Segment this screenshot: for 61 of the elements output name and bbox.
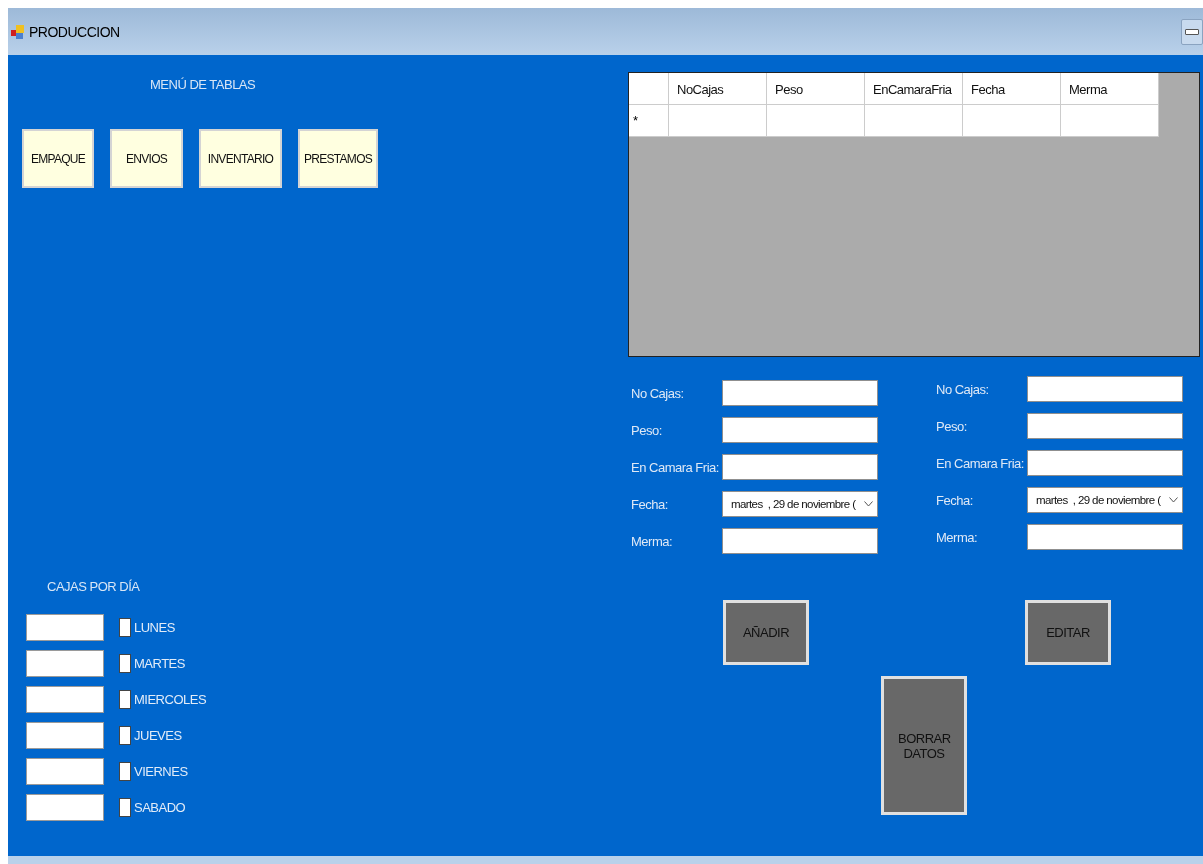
checkbox[interactable] [119,618,131,637]
table-cell[interactable] [1061,105,1159,137]
field-label: En Camara Fria: [936,455,1025,471]
checkbox-label: SABADO [134,800,186,815]
input-field[interactable] [26,794,104,821]
chevron-down-icon [1169,497,1178,503]
input-field[interactable] [26,650,104,677]
checkbox-label: VIERNES [134,764,188,779]
input-field[interactable] [722,417,878,443]
checkbox[interactable] [119,690,131,709]
section-title: CAJAS POR DÍA [47,579,141,594]
checkbox[interactable] [119,798,131,817]
checkbox-label: JUEVES [134,728,182,743]
checkbox-label: MARTES [134,656,185,671]
input-field[interactable] [1027,413,1183,439]
field-label: No Cajas: [631,385,685,401]
minimize-button[interactable] [1181,18,1203,45]
app-icon [11,23,25,40]
checkbox-label: MIERCOLES [134,692,207,707]
checkbox[interactable] [119,762,131,781]
field-label: Peso: [936,418,968,434]
table-button[interactable]: ENVIOS [110,129,183,188]
header-corner [629,73,669,105]
table-button[interactable]: INVENTARIO [199,129,282,188]
field-label: Merma: [631,533,674,549]
field-label: Merma: [936,529,979,545]
checkbox-label: LUNES [134,620,175,635]
menu-title: MENÚ DE TABLAS [150,77,257,92]
chevron-down-icon [864,501,873,507]
input-field[interactable] [722,380,878,406]
field-label: Peso: [631,422,663,438]
field-label: En Camara Fria: [631,459,720,475]
table-button[interactable]: EMPAQUE [22,129,94,188]
input-field[interactable] [26,686,104,713]
window-title: PRODUCCION [29,23,120,40]
checkbox[interactable] [119,726,131,745]
input-field[interactable] [722,454,878,480]
table-cell[interactable] [669,105,767,137]
row-header[interactable]: * [629,105,669,137]
input-field[interactable] [26,722,104,749]
field-label: Fecha: [631,496,669,512]
input-field[interactable] [26,758,104,785]
input-field[interactable] [26,614,104,641]
checkbox[interactable] [119,654,131,673]
column-header[interactable]: EnCamaraFria [865,73,963,105]
field-label: Fecha: [936,492,974,508]
table-cell[interactable] [963,105,1061,137]
column-header[interactable]: Fecha [963,73,1061,105]
input-field[interactable] [1027,376,1183,402]
column-header[interactable]: Merma [1061,73,1159,105]
date-picker[interactable]: martes , 29 de noviembre ( [722,491,878,517]
column-header[interactable]: Peso [767,73,865,105]
input-field[interactable] [1027,524,1183,550]
field-label: No Cajas: [936,381,990,397]
table-cell[interactable] [865,105,963,137]
date-picker[interactable]: martes , 29 de noviembre ( [1027,487,1183,513]
input-field[interactable] [1027,450,1183,476]
table-button[interactable]: PRESTAMOS [298,129,378,188]
table-cell[interactable] [767,105,865,137]
column-header[interactable]: NoCajas [669,73,767,105]
input-field[interactable] [722,528,878,554]
